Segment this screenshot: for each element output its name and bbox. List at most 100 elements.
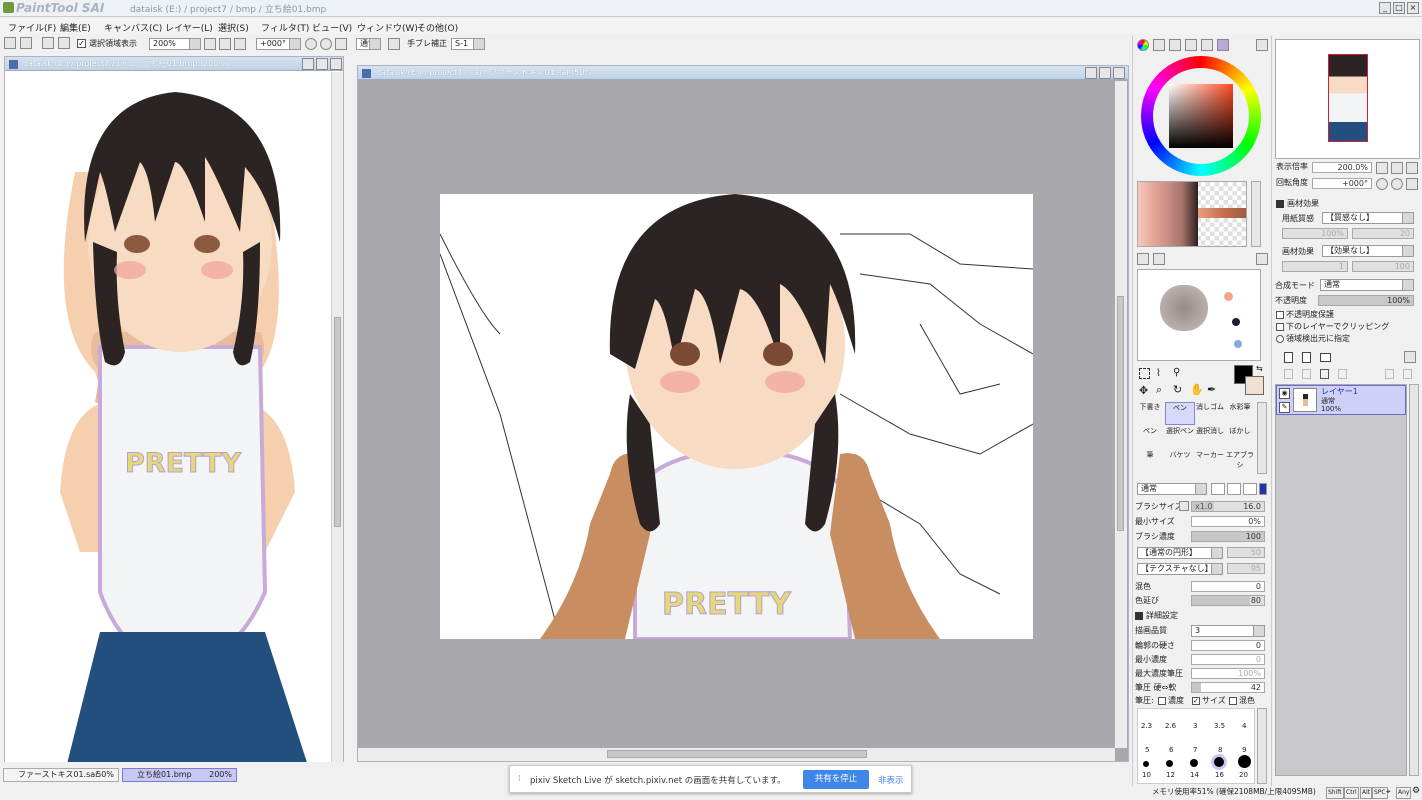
scratchpad[interactable] [1137, 269, 1261, 361]
size-preset-label[interactable]: 2.6 [1165, 721, 1176, 731]
blend-select[interactable]: 通常 [356, 38, 381, 50]
left-doc-minimize[interactable] [302, 58, 314, 70]
background-color[interactable] [1245, 376, 1264, 395]
opacity-slider[interactable]: 100% [1318, 295, 1414, 306]
menu-view[interactable]: ビュー(V) [312, 21, 352, 34]
tool-marker[interactable]: マーカー [1195, 450, 1225, 473]
doc-tab-2[interactable]: 立ち絵01.bmp 200% [122, 768, 237, 782]
saturation-value-square[interactable] [1169, 84, 1233, 148]
visibility-eye-icon[interactable]: ◉ [1279, 388, 1290, 399]
size-preset-label[interactable]: 3 [1193, 721, 1197, 731]
brush-tip-3[interactable] [1243, 483, 1257, 495]
main-doc-maximize[interactable] [1099, 67, 1111, 79]
zoom-icon[interactable]: ⌕ [1156, 383, 1162, 397]
rotate-left-icon[interactable] [305, 38, 317, 50]
brush-tip-1[interactable] [1211, 483, 1225, 495]
navigator-preview[interactable] [1275, 39, 1420, 159]
size-preset-label[interactable]: 7 [1193, 745, 1197, 755]
layer-list-scrollbar[interactable] [1409, 384, 1419, 776]
scratchpad-clear-icon[interactable] [1137, 253, 1149, 265]
hide-button[interactable]: 非表示 [878, 774, 904, 786]
size-preset-dot[interactable] [1238, 755, 1251, 768]
blend-mode-select[interactable]: 通常 [1320, 279, 1414, 291]
dilution-slider[interactable]: 80 [1191, 595, 1265, 606]
rotate-icon[interactable]: ↻ [1173, 383, 1182, 396]
detail-collapse-icon[interactable] [1135, 612, 1143, 620]
menu-file[interactable]: ファイル(F) [8, 21, 56, 34]
clear-layer-icon[interactable] [1320, 369, 1329, 379]
undo-icon[interactable] [42, 37, 54, 49]
texture-amount[interactable]: 95 [1227, 563, 1265, 574]
panel-menu-icon[interactable] [1256, 39, 1268, 51]
tool-watercolor[interactable]: 水彩筆 [1225, 402, 1255, 425]
quality-select[interactable]: 3 [1191, 625, 1265, 637]
menu-canvas[interactable]: キャンバス(C) [104, 21, 162, 34]
size-preset-label[interactable]: 9 [1242, 745, 1246, 755]
size-preset-dot[interactable] [1143, 761, 1149, 767]
mix-slider[interactable]: 0 [1191, 581, 1265, 592]
rotation-select[interactable]: +000° [256, 38, 301, 50]
new-folder-icon[interactable] [1320, 353, 1331, 362]
minimize-button[interactable]: _ [1379, 2, 1391, 14]
color-wheel-tab-icon[interactable] [1137, 39, 1149, 51]
size-preset-label[interactable]: 16 [1215, 770, 1224, 780]
tool-airbrush[interactable]: エアブラシ [1225, 450, 1255, 473]
size-preset-dot[interactable] [1190, 759, 1198, 767]
tool-bucket[interactable]: バケツ [1165, 450, 1195, 473]
scratchpad-tab-icon[interactable] [1217, 39, 1229, 51]
eyedropper-icon[interactable]: ✒ [1207, 383, 1216, 396]
tool-pen[interactable]: ペン [1165, 402, 1195, 425]
menu-window[interactable]: ウィンドウ(W) [357, 21, 418, 34]
tool-blend-select[interactable]: 通常 [1137, 483, 1207, 495]
layer-row[interactable]: ◉ ✎ レイヤー1 通常 100% [1276, 385, 1406, 415]
size-preset-label[interactable]: 5 [1145, 745, 1149, 755]
size-preset-label[interactable]: 14 [1190, 770, 1199, 780]
tool-eraser[interactable]: 消しゴム [1195, 402, 1225, 425]
rect-select-icon[interactable] [1139, 368, 1150, 379]
stabilizer-select[interactable]: S-1 [451, 38, 485, 50]
copy-layer-icon[interactable] [1284, 369, 1293, 379]
menu-layer[interactable]: レイヤー(L) [165, 21, 213, 34]
nav-rotate-left-icon[interactable] [1376, 178, 1388, 190]
zoom-in-icon[interactable] [219, 38, 231, 50]
zoom-out-icon[interactable] [204, 38, 216, 50]
move-icon[interactable]: ✥ [1139, 384, 1148, 397]
pressure-density-checkbox[interactable] [1158, 697, 1166, 705]
hand-icon[interactable]: ✋ [1190, 383, 1204, 396]
deselect-icon[interactable] [4, 37, 16, 49]
size-preset-label[interactable]: 3.5 [1214, 721, 1225, 731]
protect-opacity-checkbox[interactable] [1276, 311, 1284, 319]
maximize-button[interactable]: □ [1393, 2, 1405, 14]
size-preset-label[interactable]: 6 [1169, 745, 1173, 755]
effect-strength-slider[interactable]: 100 [1352, 261, 1414, 272]
magic-wand-icon[interactable]: ⚲ [1173, 367, 1180, 378]
pressure-size-checkbox[interactable]: ✓ [1192, 697, 1200, 705]
apply-mask-icon[interactable] [1385, 369, 1394, 379]
brush-tip-2[interactable] [1227, 483, 1241, 495]
flip-icon[interactable] [388, 38, 400, 50]
size-preset-dot[interactable] [1166, 760, 1173, 767]
color-wheel[interactable] [1141, 56, 1261, 176]
swatch-tab-icon[interactable] [1201, 39, 1213, 51]
rgb-slider-tab-icon[interactable] [1153, 39, 1165, 51]
scratchpad-menu-icon[interactable] [1256, 253, 1268, 265]
main-vscrollbar[interactable] [1115, 81, 1127, 748]
clipping-checkbox[interactable] [1276, 323, 1284, 331]
pressure-mix-checkbox[interactable] [1229, 697, 1237, 705]
left-doc-close[interactable] [330, 58, 342, 70]
max-density-slider[interactable]: 100% [1191, 668, 1265, 679]
merge-down-icon[interactable] [1302, 369, 1311, 379]
size-preset-label[interactable]: 20 [1239, 770, 1248, 780]
new-layer-icon[interactable] [1284, 352, 1293, 363]
main-doc-close[interactable] [1113, 67, 1125, 79]
left-doc-scrollbar[interactable] [331, 72, 343, 762]
layer-panel-menu-icon[interactable] [1404, 351, 1416, 363]
nav-zoom-slider[interactable]: 200.0% [1312, 162, 1372, 173]
tool-select-erase[interactable]: 選択消し [1195, 426, 1225, 449]
doc-tab-1[interactable]: ファーストキス01.sai 50% [3, 768, 119, 782]
scale-slider[interactable]: 100% [1282, 228, 1348, 239]
nav-zoom-out-icon[interactable] [1376, 162, 1388, 174]
nav-rotation-slider[interactable]: +000° [1312, 178, 1372, 189]
new-linework-layer-icon[interactable] [1302, 352, 1311, 363]
width-slider[interactable]: 1 [1282, 261, 1348, 272]
